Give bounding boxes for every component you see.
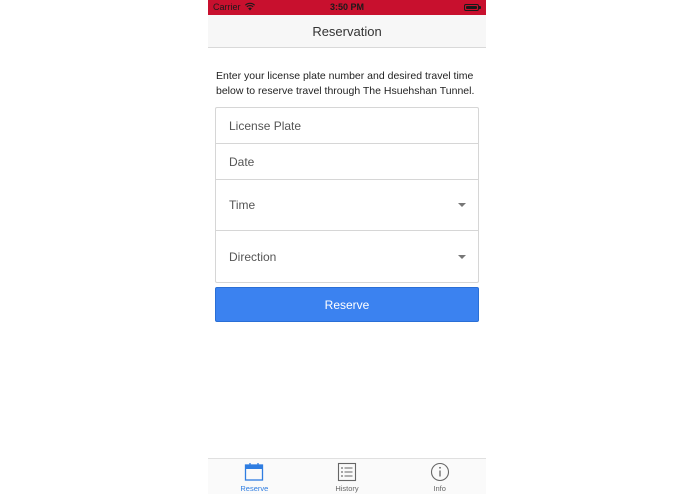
date-field[interactable]: Date (216, 144, 478, 180)
intro-text: Enter your license plate number and desi… (216, 70, 475, 97)
direction-placeholder: Direction (229, 249, 277, 264)
license-plate-field[interactable]: License Plate (216, 108, 478, 144)
reserve-button[interactable]: Reserve (215, 287, 479, 322)
caret-down-icon (458, 203, 466, 207)
reservation-form: License Plate Date Time Direction (215, 107, 479, 283)
direction-select[interactable]: Direction (216, 231, 478, 282)
page-title: Reservation (312, 23, 382, 39)
tab-history[interactable]: History (301, 459, 394, 494)
tab-info-label: Info (433, 484, 446, 493)
tab-info[interactable]: Info (393, 459, 486, 494)
tab-reserve[interactable]: Reserve (208, 459, 301, 494)
license-plate-placeholder: License Plate (229, 118, 302, 133)
tab-reserve-label: Reserve (240, 484, 269, 493)
time-placeholder: Time (229, 198, 256, 212)
info-icon (430, 462, 449, 482)
tab-history-label: History (335, 484, 359, 493)
status-bar: Carrier 3:50 PM (208, 0, 486, 15)
battery-icon (464, 4, 481, 11)
time-select[interactable]: Time (216, 180, 478, 231)
caret-down-icon (458, 254, 466, 259)
nav-bar: Reservation (208, 15, 486, 48)
list-icon (337, 462, 357, 482)
date-placeholder: Date (229, 154, 255, 169)
tab-bar: Reserve History Info (208, 458, 486, 494)
status-time: 3:50 PM (329, 2, 364, 12)
phone-screen: Carrier 3:50 PM Reservation Enter your l… (208, 0, 486, 494)
calendar-icon (245, 463, 264, 481)
